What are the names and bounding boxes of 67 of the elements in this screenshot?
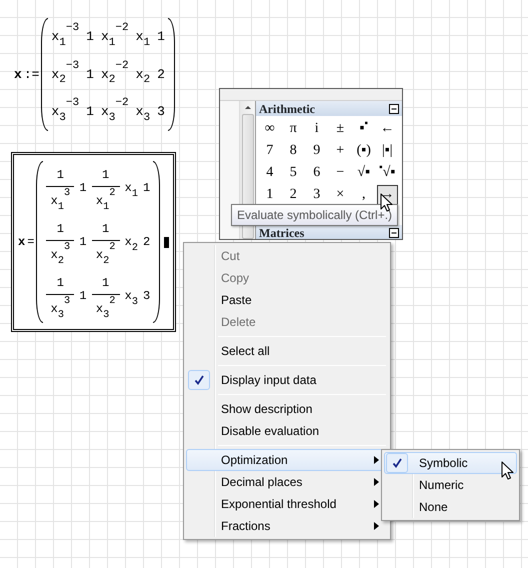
menu-item[interactable]: Display input data: [186, 369, 388, 391]
mouse-pointer-icon: [501, 461, 514, 480]
palette-key[interactable]: ∞: [259, 119, 280, 139]
palette-key[interactable]: 9: [306, 141, 328, 161]
menu-item[interactable]: Paste: [186, 289, 388, 311]
palette-key[interactable]: $^{▪}$√▪: [376, 163, 398, 183]
palette-key[interactable]: |▪|: [376, 141, 398, 161]
matrix-entry: 1: [142, 180, 150, 197]
matrix-entry: 2: [157, 66, 165, 84]
menu-item[interactable]: Fractions: [186, 515, 388, 537]
matrix-entry: x$_{3}$: [124, 288, 138, 310]
palette-key[interactable]: ,: [353, 185, 374, 205]
numerator: 1: [56, 221, 64, 238]
collapse-icon: [389, 228, 399, 238]
operator: =: [27, 234, 34, 251]
matrix-entry: 1: [79, 180, 87, 197]
palette-key[interactable]: π: [282, 119, 304, 139]
menu-item[interactable]: Disable evaluation: [186, 420, 388, 442]
matrix-entry: 2: [142, 234, 150, 251]
palette-key[interactable]: 2: [282, 185, 304, 205]
numerator: 1: [102, 221, 110, 238]
matrix-entry: x$_{1}$: [124, 180, 138, 202]
matrix-entry: 1: [86, 28, 94, 46]
numerator: 1: [56, 167, 64, 184]
collapse-icon: [389, 104, 399, 114]
matrix-entry: x$_{2}$: [136, 66, 150, 88]
palette-key[interactable]: 3: [306, 185, 328, 205]
matrix-entry: 1: [79, 288, 87, 305]
matrix-entry: x$_{3}$: [136, 103, 150, 126]
section-header[interactable]: Arithmetic: [256, 101, 402, 116]
palette-key[interactable]: 4: [259, 163, 280, 183]
menu-item[interactable]: Symbolic: [384, 452, 517, 474]
variable-name: x: [18, 234, 26, 251]
numerator: 1: [102, 167, 110, 184]
mouse-pointer-icon: [380, 193, 393, 212]
palette-key[interactable]: ▪$^{▪}$: [353, 119, 374, 139]
numerator: 1: [102, 275, 110, 292]
palette-key[interactable]: ←: [376, 119, 398, 139]
palette-key[interactable]: 5: [282, 163, 304, 183]
menu-item[interactable]: Show description: [186, 398, 388, 420]
palette-key[interactable]: 7: [259, 141, 280, 161]
matrix-entry: 3: [157, 103, 165, 121]
palette-key[interactable]: (▪): [353, 141, 374, 161]
section-header[interactable]: Matrices: [256, 225, 402, 239]
matrix-entry: 1: [157, 28, 165, 46]
palette-key[interactable]: √▪: [353, 163, 374, 183]
palette-key[interactable]: 6: [306, 163, 328, 183]
palette-key[interactable]: 1: [259, 185, 280, 205]
palette-key[interactable]: +: [330, 141, 351, 161]
matrix-entry: 3: [142, 288, 150, 305]
matrix-entry: x$_{2}$: [124, 234, 138, 256]
palette-key[interactable]: ×: [330, 185, 351, 205]
matrix-entry: 1: [79, 234, 87, 251]
tooltip: Evaluate symbolically (Ctrl+.): [231, 204, 398, 226]
palette-key[interactable]: 8: [282, 141, 304, 161]
matrix-entry: 1: [86, 103, 94, 121]
matrix-entry: x$_{1}$: [136, 28, 150, 51]
palette-key[interactable]: i: [306, 119, 328, 139]
menu-item[interactable]: Select all: [186, 340, 388, 362]
numerator: 1: [56, 275, 64, 292]
insertion-cursor: [164, 236, 170, 248]
matrix-entry: 1: [86, 66, 94, 84]
palette-key[interactable]: −: [330, 163, 351, 183]
variable-name: x: [14, 66, 22, 84]
palette-key[interactable]: ±: [330, 119, 351, 139]
operator: :=: [24, 66, 40, 84]
scroll-up-icon: [244, 105, 252, 110]
